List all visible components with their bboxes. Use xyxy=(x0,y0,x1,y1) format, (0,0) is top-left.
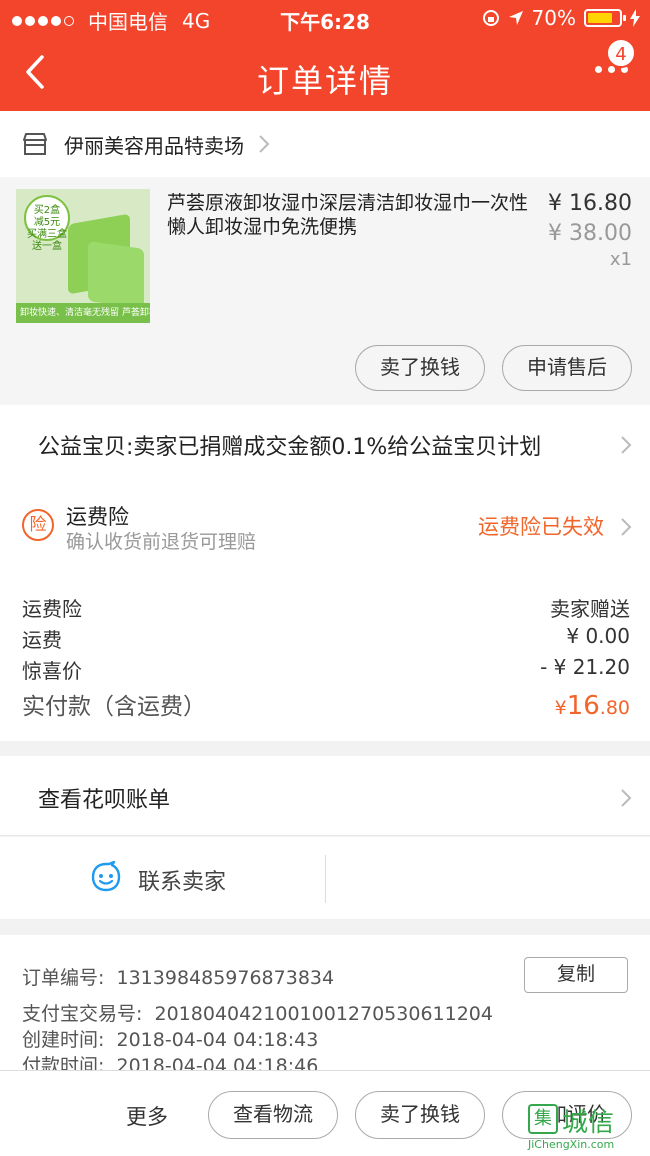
watermark-text: 城信 xyxy=(562,1108,615,1138)
rotation-lock-icon xyxy=(482,10,499,26)
shop-row[interactable]: 伊丽美容用品特卖场 xyxy=(0,111,650,177)
alipay-number-row: 支付宝交易号: 2018040421001001270530611204 xyxy=(22,999,493,1026)
created-time: 2018-04-04 04:18:43 xyxy=(116,1029,319,1051)
total-currency: ¥ xyxy=(554,697,567,719)
chevron-right-icon xyxy=(259,135,270,153)
alipay-label: 支付宝交易号: xyxy=(22,1003,143,1025)
product-price: ¥ 16.80 xyxy=(548,191,632,216)
fee-value: 卖家赠送 xyxy=(550,597,630,621)
fee-label: 运费 xyxy=(22,628,62,652)
fee-value: ¥ 0.00 xyxy=(566,624,630,648)
fee-row: 惊喜价 - ¥ 21.20 xyxy=(22,655,630,684)
fee-value: - ¥ 21.20 xyxy=(540,655,630,679)
image-caption-strip: 卸妆快速、清洁毫无残留 芦荟卸妆巾 xyxy=(16,303,150,323)
nav-bar: 订单详情 4 xyxy=(0,36,650,111)
huabei-bill-row[interactable]: 查看花呗账单 xyxy=(0,756,650,836)
alipay-number: 2018040421001001270530611204 xyxy=(154,1003,493,1025)
contact-row: 联系卖家 xyxy=(0,837,650,919)
product-original-price: ¥ 38.00 xyxy=(548,221,632,246)
watermark-logo-icon: 集 xyxy=(528,1104,558,1134)
store-icon xyxy=(23,133,47,155)
contact-seller-button[interactable]: 联系卖家 xyxy=(138,864,226,896)
shipping-insurance-row[interactable]: 险 运费险 确认收货前退货可理赔 运费险已失效 xyxy=(0,485,650,565)
product-quantity: x1 xyxy=(609,249,632,270)
insurance-icon: 险 xyxy=(22,509,54,541)
created-label: 创建时间: xyxy=(22,1029,105,1051)
charity-text: 公益宝贝:卖家已捐赠成交金额0.1%给公益宝贝计划 xyxy=(38,435,542,460)
order-number: 131398485976873834 xyxy=(116,967,335,989)
total-integer: 16 xyxy=(566,691,600,721)
fee-breakdown: 运费险 卖家赠送 运费 ¥ 0.00 惊喜价 - ¥ 21.20 实付款（含运费… xyxy=(0,565,650,741)
watermark: 集 城信 JiChengXin.com xyxy=(528,1102,646,1152)
product-image[interactable]: 买2盒 减5元 买满三盒 送一盒 卸妆快速、清洁毫无残留 芦荟卸妆巾 xyxy=(16,189,150,323)
total-amount: ¥16.80 xyxy=(555,691,630,721)
top-bar: 中国电信 4G 下午6:28 70% 订单详情 4 xyxy=(0,0,650,111)
fee-label: 惊喜价 xyxy=(22,659,82,683)
chevron-right-icon xyxy=(621,789,632,807)
product-title[interactable]: 芦荟原液卸妆湿巾深层清洁卸妆湿巾一次性懒人卸妆湿巾免洗便携 xyxy=(167,191,537,239)
fee-label: 运费险 xyxy=(22,597,82,621)
chat-face-icon[interactable] xyxy=(90,861,122,893)
watermark-url: JiChengXin.com xyxy=(528,1138,615,1151)
notification-badge: 4 xyxy=(606,38,636,68)
product-card: 买2盒 减5元 买满三盒 送一盒 卸妆快速、清洁毫无残留 芦荟卸妆巾 芦荟原液卸… xyxy=(0,177,650,405)
status-bar: 中国电信 4G 下午6:28 70% xyxy=(0,0,650,36)
copy-button[interactable]: 复制 xyxy=(524,957,628,993)
battery-percent: 70% xyxy=(531,6,576,30)
page-title: 订单详情 xyxy=(256,62,393,100)
charity-row[interactable]: 公益宝贝:卖家已捐赠成交金额0.1%给公益宝贝计划 xyxy=(0,405,650,485)
view-logistics-button[interactable]: 查看物流 xyxy=(208,1091,338,1139)
total-row: 实付款（含运费） ¥16.80 xyxy=(22,687,630,721)
after-sales-button[interactable]: 申请售后 xyxy=(502,345,632,391)
chevron-right-icon xyxy=(621,518,632,536)
insurance-status: 运费险已失效 xyxy=(478,515,604,539)
huabei-text: 查看花呗账单 xyxy=(38,788,171,813)
order-number-label: 订单编号: xyxy=(22,967,105,989)
charging-bolt-icon xyxy=(630,9,640,27)
battery-icon xyxy=(584,9,626,27)
resell-button[interactable]: 卖了换钱 xyxy=(355,1091,485,1139)
insurance-subtitle: 确认收货前退货可理赔 xyxy=(66,531,257,553)
shop-name: 伊丽美容用品特卖场 xyxy=(64,133,244,158)
promo-sticker: 买2盒 减5元 买满三盒 送一盒 xyxy=(24,195,70,252)
location-arrow-icon xyxy=(508,11,523,25)
chevron-right-icon xyxy=(621,436,632,454)
more-button[interactable]: 更多 xyxy=(126,1101,168,1131)
created-time-row: 创建时间: 2018-04-04 04:18:43 xyxy=(22,1025,318,1052)
order-number-row: 订单编号: 131398485976873834 xyxy=(22,963,334,990)
fee-row: 运费 ¥ 0.00 xyxy=(22,624,630,653)
resell-button[interactable]: 卖了换钱 xyxy=(355,345,485,391)
fee-row: 运费险 卖家赠送 xyxy=(22,593,630,622)
order-info: 订单编号: 131398485976873834 复制 支付宝交易号: 2018… xyxy=(0,935,650,1077)
divider xyxy=(325,855,326,903)
total-label: 实付款（含运费） xyxy=(22,694,206,720)
total-decimal: .80 xyxy=(599,697,630,719)
